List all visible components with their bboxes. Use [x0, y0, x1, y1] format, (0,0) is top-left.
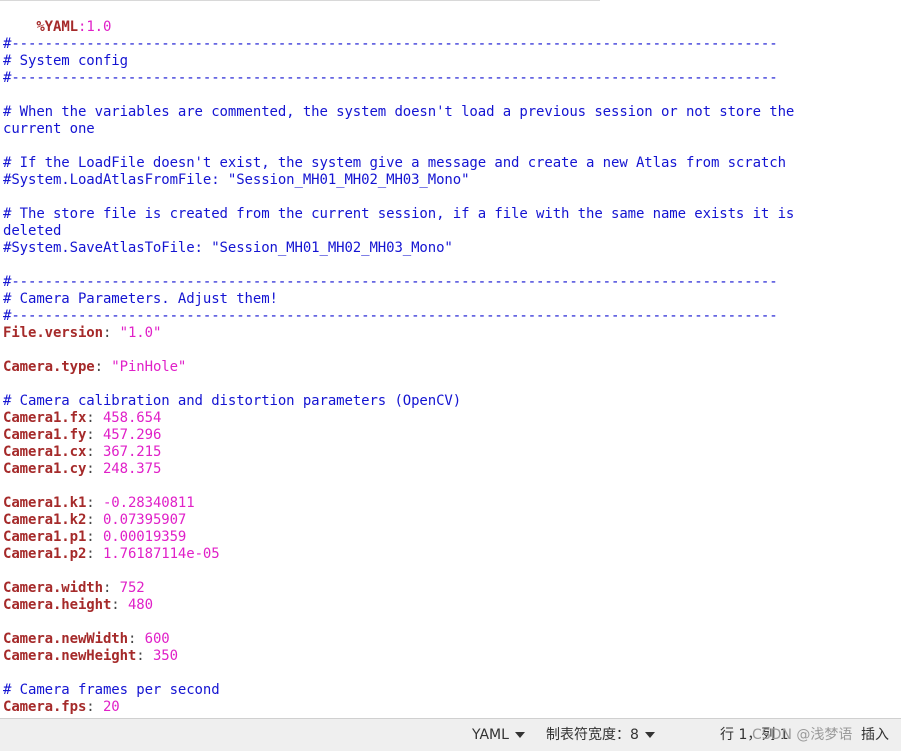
entry-key: Camera.type — [3, 359, 95, 375]
entry-key: Camera.width — [3, 580, 103, 596]
system-config-header: # System config — [3, 53, 128, 69]
entry-fx: Camera1.fx: 458.654 — [3, 410, 162, 426]
insert-mode-indicator: 插入 — [861, 727, 889, 743]
text-editor[interactable]: %YAML:1.0 #-----------------------------… — [0, 0, 901, 718]
chevron-down-icon — [644, 732, 655, 738]
entry-value: 458.654 — [102, 410, 162, 426]
entry-value: 0.00019359 — [102, 529, 187, 545]
entry-value: 0.07395907 — [102, 512, 187, 528]
entry-cy: Camera1.cy: 248.375 — [3, 461, 162, 477]
entry-cx: Camera1.cx: 367.215 — [3, 444, 162, 460]
entry-value: 20 — [102, 699, 120, 715]
entry-value: "PinHole" — [111, 359, 187, 375]
comment-line: current one — [3, 121, 95, 137]
entry-key: Camera.fps — [3, 699, 87, 715]
comment-line: # The store file is created from the cur… — [3, 206, 795, 222]
tab-width-selector[interactable]: 制表符宽度：8 — [546, 726, 655, 744]
watermark: CSDN @浅梦语 — [752, 727, 853, 743]
tab-width-label: 制表符宽度： — [546, 727, 630, 743]
yaml-directive: %YAML — [36, 19, 78, 35]
entry-value: "1.0" — [119, 325, 162, 341]
entry-value: 600 — [144, 631, 170, 647]
entry-key: Camera.newHeight — [3, 648, 137, 664]
entry-p2: Camera1.p2: 1.76187114e-05 — [3, 546, 220, 562]
entry-key: Camera1.k2 — [3, 512, 87, 528]
calibration-comment: # Camera calibration and distortion para… — [3, 393, 462, 409]
separator-line: #---------------------------------------… — [3, 36, 778, 52]
load-atlas-line: #System.LoadAtlasFromFile: "Session_MH01… — [3, 172, 470, 188]
language-selector[interactable]: YAML — [472, 726, 525, 744]
entry-key: Camera.height — [3, 597, 112, 613]
separator-line: #---------------------------------------… — [3, 274, 778, 290]
entry-value: 457.296 — [102, 427, 162, 443]
comment-line: # If the LoadFile doesn't exist, the sys… — [3, 155, 786, 171]
entry-key: Camera.newWidth — [3, 631, 128, 647]
yaml-directive-line: %YAML:1.0 — [36, 19, 112, 35]
entry-new-height: Camera.newHeight: 350 — [3, 648, 178, 664]
entry-key: File.version — [3, 325, 103, 341]
entry-key: Camera1.p2 — [3, 546, 87, 562]
separator-line: #---------------------------------------… — [3, 70, 778, 86]
entry-value: 1.76187114e-05 — [102, 546, 220, 562]
entry-value: 752 — [119, 580, 145, 596]
entry-fy: Camera1.fy: 457.296 — [3, 427, 162, 443]
entry-key: Camera1.cy — [3, 461, 87, 477]
top-border — [0, 0, 600, 1]
entry-width: Camera.width: 752 — [3, 580, 145, 596]
entry-p1: Camera1.p1: 0.00019359 — [3, 529, 187, 545]
entry-key: Camera1.fx — [3, 410, 87, 426]
entry-k2: Camera1.k2: 0.07395907 — [3, 512, 187, 528]
entry-key: Camera1.k1 — [3, 495, 87, 511]
entry-key: Camera1.cx — [3, 444, 87, 460]
entry-value: 367.215 — [102, 444, 162, 460]
save-atlas-line: #System.SaveAtlasToFile: "Session_MH01_M… — [3, 240, 453, 256]
tab-width-value: 8 — [630, 727, 639, 743]
language-label: YAML — [472, 727, 509, 743]
comment-line: deleted — [3, 223, 62, 239]
entry-value: 480 — [127, 597, 153, 613]
separator-line: #---------------------------------------… — [3, 308, 778, 324]
entry-k1: Camera1.k1: -0.28340811 — [3, 495, 195, 511]
entry-value: 350 — [152, 648, 178, 664]
entry-fps: Camera.fps: 20 — [3, 699, 120, 715]
entry-file-version: File.version: "1.0" — [3, 325, 162, 341]
entry-camera-type: Camera.type: "PinHole" — [3, 359, 187, 375]
chevron-down-icon — [514, 732, 525, 738]
entry-value: 248.375 — [102, 461, 162, 477]
fps-comment: # Camera frames per second — [3, 682, 220, 698]
entry-key: Camera1.p1 — [3, 529, 87, 545]
entry-key: Camera1.fy — [3, 427, 87, 443]
entry-value: -0.28340811 — [102, 495, 195, 511]
entry-new-width: Camera.newWidth: 600 — [3, 631, 170, 647]
comment-line: # When the variables are commented, the … — [3, 104, 795, 120]
yaml-version: 1.0 — [86, 19, 112, 35]
camera-parameters-header: # Camera Parameters. Adjust them! — [3, 291, 278, 307]
entry-height: Camera.height: 480 — [3, 597, 153, 613]
status-bar: YAML 制表符宽度：8 行 1，列 1 CSDN @浅梦语 插入 — [0, 718, 901, 751]
